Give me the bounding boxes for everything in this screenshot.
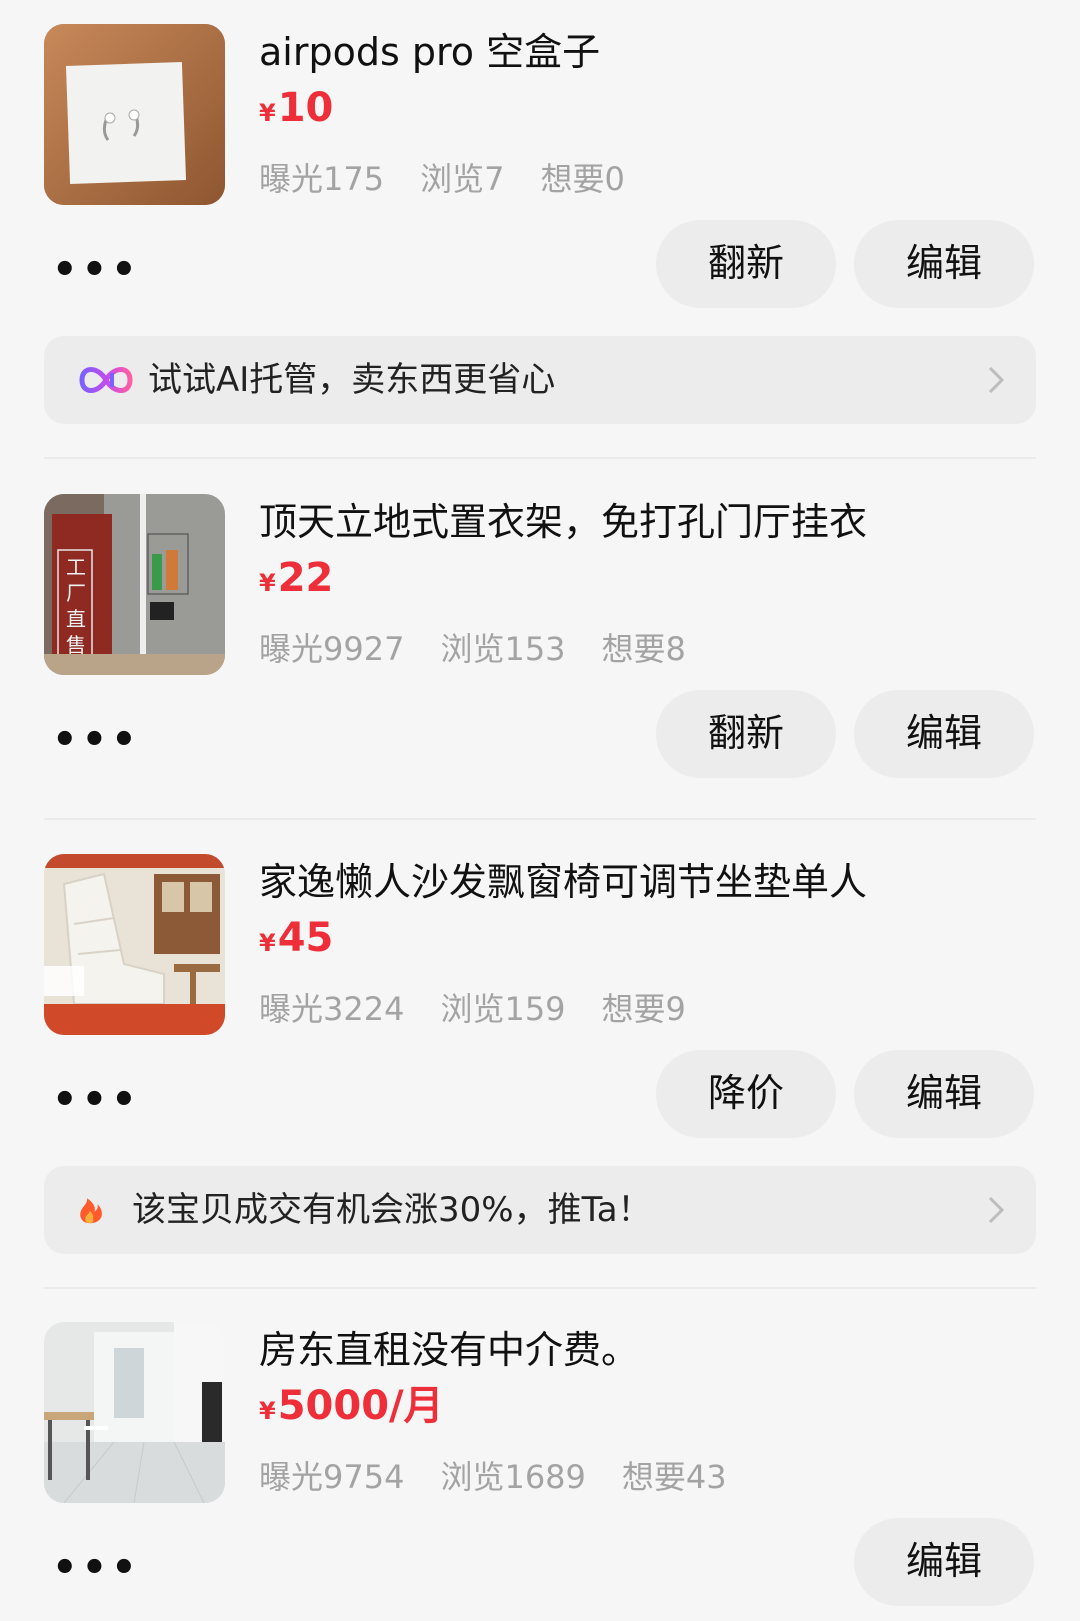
want-count: 想要0 bbox=[540, 160, 625, 198]
more-options-button[interactable]: ••• bbox=[52, 1080, 141, 1120]
airpods-box-image bbox=[44, 24, 225, 205]
fire-icon bbox=[80, 1198, 102, 1224]
product-title[interactable]: 顶天立地式置衣架，免打孔门厅挂衣 bbox=[259, 498, 867, 546]
product-price: ¥45 bbox=[259, 914, 333, 967]
refresh-button[interactable]: 翻新 bbox=[656, 220, 836, 308]
edit-button[interactable]: 编辑 bbox=[854, 690, 1034, 778]
more-options-button[interactable]: ••• bbox=[52, 1548, 141, 1588]
product-thumbnail[interactable] bbox=[44, 24, 225, 205]
edit-button[interactable]: 编辑 bbox=[854, 1050, 1034, 1138]
product-thumbnail[interactable] bbox=[44, 1322, 225, 1503]
want-count: 想要9 bbox=[601, 990, 686, 1028]
factory-direct-text-1: 工 bbox=[66, 555, 86, 579]
ai-loop-icon bbox=[79, 367, 133, 393]
divider bbox=[44, 818, 1036, 820]
exposure-count: 曝光9754 bbox=[259, 1458, 405, 1496]
clothes-rack-image: 工 厂 直 售 bbox=[44, 494, 225, 675]
factory-direct-text-4: 售 bbox=[66, 633, 86, 657]
exposure-count: 曝光175 bbox=[259, 160, 385, 198]
price-value: 45 bbox=[277, 915, 334, 961]
product-price: ¥10 bbox=[259, 84, 333, 137]
edit-button[interactable]: 编辑 bbox=[854, 1518, 1034, 1606]
product-thumbnail[interactable] bbox=[44, 854, 225, 1035]
product-title[interactable]: 房东直租没有中介费。 bbox=[259, 1326, 639, 1374]
price-value: 10 bbox=[277, 85, 334, 131]
edit-button[interactable]: 编辑 bbox=[854, 220, 1034, 308]
reduce-price-button[interactable]: 降价 bbox=[656, 1050, 836, 1138]
want-count: 想要8 bbox=[601, 630, 686, 668]
divider bbox=[44, 457, 1036, 459]
banner-text: 该宝贝成交有机会涨30%，推Ta！ bbox=[132, 1190, 652, 1230]
exposure-count: 曝光3224 bbox=[259, 990, 405, 1028]
price-value: 22 bbox=[277, 555, 334, 601]
currency-symbol: ¥ bbox=[259, 1397, 276, 1425]
view-count: 浏览153 bbox=[440, 630, 566, 668]
ai-hosting-banner[interactable]: 试试AI托管，卖东西更省心 bbox=[44, 336, 1036, 424]
view-count: 浏览159 bbox=[440, 990, 566, 1028]
factory-direct-text-2: 厂 bbox=[66, 581, 86, 605]
refresh-button[interactable]: 翻新 bbox=[656, 690, 836, 778]
product-stats: 曝光175 浏览7 想要0 bbox=[259, 159, 661, 199]
listing-page: airpods pro 空盒子 ¥10 曝光175 浏览7 想要0 ••• 翻新 编… bbox=[0, 0, 1080, 1621]
product-title[interactable]: airpods pro 空盒子 bbox=[259, 28, 600, 76]
room-image bbox=[44, 1322, 225, 1503]
product-stats: 曝光9927 浏览153 想要8 bbox=[259, 629, 722, 669]
currency-symbol: ¥ bbox=[259, 569, 276, 597]
want-count: 想要43 bbox=[621, 1458, 727, 1496]
price-value: 5000/月 bbox=[277, 1383, 444, 1429]
chevron-right-icon bbox=[988, 366, 1005, 394]
product-stats: 曝光9754 浏览1689 想要43 bbox=[259, 1457, 763, 1497]
product-thumbnail[interactable]: 工 厂 直 售 bbox=[44, 494, 225, 675]
chevron-right-icon bbox=[988, 1196, 1005, 1224]
exposure-count: 曝光9927 bbox=[259, 630, 405, 668]
more-options-button[interactable]: ••• bbox=[52, 250, 141, 290]
view-count: 浏览1689 bbox=[440, 1458, 586, 1496]
currency-symbol: ¥ bbox=[259, 99, 276, 127]
product-stats: 曝光3224 浏览159 想要9 bbox=[259, 989, 722, 1029]
product-price: ¥22 bbox=[259, 554, 333, 607]
lazy-sofa-image bbox=[44, 854, 225, 1035]
product-title[interactable]: 家逸懒人沙发飘窗椅可调节坐垫单人 bbox=[259, 858, 867, 906]
currency-symbol: ¥ bbox=[259, 929, 276, 957]
factory-direct-text-3: 直 bbox=[66, 607, 86, 631]
product-price: ¥5000/月 bbox=[259, 1382, 444, 1435]
divider bbox=[44, 1287, 1036, 1289]
promote-banner[interactable]: 该宝贝成交有机会涨30%，推Ta！ bbox=[44, 1166, 1036, 1254]
view-count: 浏览7 bbox=[420, 160, 505, 198]
more-options-button[interactable]: ••• bbox=[52, 720, 141, 760]
banner-text: 试试AI托管，卖东西更省心 bbox=[148, 360, 556, 400]
